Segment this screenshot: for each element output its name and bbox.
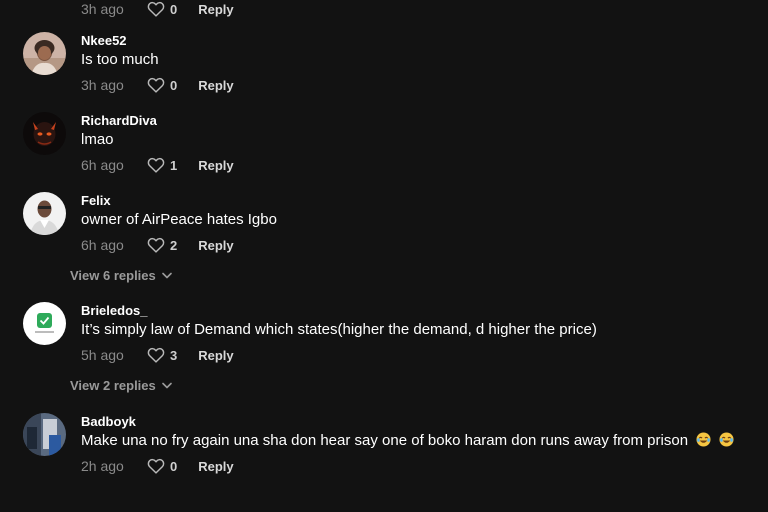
comment-item: Felix owner of AirPeace hates Igbo 6h ag… (0, 192, 768, 262)
heart-icon (147, 77, 165, 93)
comment-text: owner of AirPeace hates Igbo (81, 211, 277, 228)
comment-meta: 3h ago 0 Reply (81, 0, 234, 18)
comment-text: Is too much (81, 51, 159, 68)
like-button[interactable]: 0 (147, 458, 177, 474)
reply-button[interactable]: Reply (198, 238, 233, 253)
avatar[interactable] (23, 192, 66, 235)
view-replies-label: View 2 replies (70, 378, 156, 393)
view-replies-button[interactable]: View 6 replies (70, 268, 172, 283)
comment-meta: 6h ago 1 Reply (81, 156, 234, 174)
like-count: 2 (170, 237, 178, 253)
heart-icon (147, 1, 165, 17)
comment-item: 3h ago 0 Reply (0, 0, 768, 26)
comments-panel: 3h ago 0 Reply Nkee52 Is too much 3h ago… (0, 0, 768, 512)
comment-meta: 6h ago 2 Reply (81, 236, 234, 254)
like-button[interactable]: 2 (147, 237, 177, 253)
comment-meta: 3h ago 0 Reply (81, 76, 234, 94)
heart-icon (147, 458, 165, 474)
comment-time: 2h ago (81, 458, 124, 474)
like-button[interactable]: 0 (147, 77, 177, 93)
comment-item: Nkee52 Is too much 3h ago 0 Reply (0, 32, 768, 102)
heart-icon (147, 237, 165, 253)
comment-time: 6h ago (81, 157, 124, 173)
like-button[interactable]: 3 (147, 347, 177, 363)
reply-button[interactable]: Reply (198, 348, 233, 363)
like-count: 3 (170, 347, 178, 363)
comment-time: 3h ago (81, 77, 124, 93)
like-button[interactable]: 1 (147, 157, 177, 173)
like-count: 0 (170, 77, 178, 93)
face-with-tears-of-joy-icon (692, 432, 715, 449)
comment-item: Badboyk Make una no fry again una sha do… (0, 413, 768, 483)
avatar[interactable] (23, 302, 66, 345)
heart-icon (147, 157, 165, 173)
avatar[interactable] (23, 413, 66, 456)
comment-meta: 5h ago 3 Reply (81, 346, 234, 364)
comment-username[interactable]: RichardDiva (81, 113, 157, 128)
reply-button[interactable]: Reply (198, 459, 233, 474)
comment-time: 5h ago (81, 347, 124, 363)
avatar[interactable] (23, 112, 66, 155)
comment-time: 6h ago (81, 237, 124, 253)
face-with-tears-of-joy-icon (715, 432, 734, 449)
like-count: 1 (170, 157, 178, 173)
comment-item: Brieledos_ It’s simply law of Demand whi… (0, 302, 768, 372)
like-count: 0 (170, 458, 178, 474)
reply-button[interactable]: Reply (198, 158, 233, 173)
heart-icon (147, 347, 165, 363)
comment-username[interactable]: Nkee52 (81, 33, 127, 48)
view-replies-label: View 6 replies (70, 268, 156, 283)
comment-time: 3h ago (81, 1, 124, 17)
comment-username[interactable]: Felix (81, 193, 111, 208)
comment-text-body: Make una no fry again una sha don hear s… (81, 432, 689, 449)
comment-username[interactable]: Badboyk (81, 414, 136, 429)
chevron-down-icon (156, 272, 172, 279)
reply-button[interactable]: Reply (198, 2, 233, 17)
comment-text: Make una no fry again una sha don hear s… (81, 432, 734, 449)
reply-button[interactable]: Reply (198, 78, 233, 93)
avatar[interactable] (23, 32, 66, 75)
like-button[interactable]: 0 (147, 1, 177, 17)
comment-text: It’s simply law of Demand which states(h… (81, 321, 597, 338)
chevron-down-icon (156, 382, 172, 389)
comment-username[interactable]: Brieledos_ (81, 303, 147, 318)
comment-meta: 2h ago 0 Reply (81, 457, 234, 475)
view-replies-button[interactable]: View 2 replies (70, 378, 172, 393)
like-count: 0 (170, 1, 178, 17)
comment-text: lmao (81, 131, 114, 148)
comment-item: RichardDiva lmao 6h ago 1 Reply (0, 112, 768, 182)
